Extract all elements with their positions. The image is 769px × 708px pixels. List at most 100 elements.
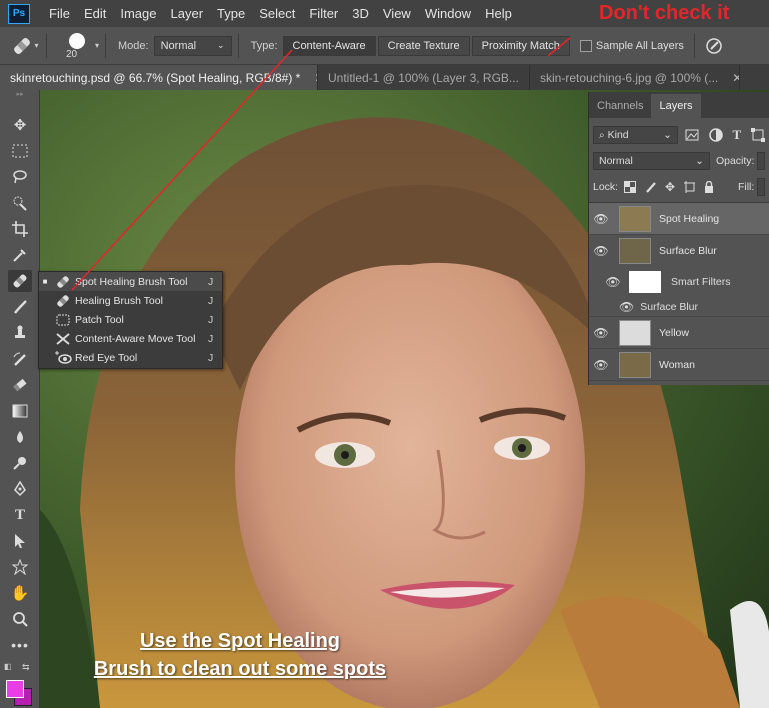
menu-help[interactable]: Help [478, 0, 519, 27]
opacity-input[interactable] [757, 152, 765, 170]
layer-thumbnail [619, 205, 651, 232]
smart-filter-item[interactable]: 👁 Surface Blur [589, 297, 769, 317]
path-selection-tool-icon[interactable] [8, 530, 32, 552]
eye-icon[interactable]: 👁 [619, 300, 634, 314]
blend-mode-select[interactable]: Normal ⌄ [593, 152, 710, 170]
tools-panel: ▸▸ ✥ T ✋ ••• ◧ ⇆ [0, 90, 40, 708]
bandage-icon [14, 37, 31, 54]
flyout-healing-brush[interactable]: Healing Brush Tool J [39, 291, 222, 310]
type-filter-icon[interactable]: T [733, 127, 742, 143]
image-filter-icon[interactable] [685, 129, 699, 141]
brush-tool-icon[interactable] [8, 296, 32, 318]
menu-image[interactable]: Image [113, 0, 163, 27]
tab-document-2[interactable]: Untitled-1 @ 100% (Layer 3, RGB... ✕ [318, 65, 530, 90]
shape-filter-icon[interactable] [751, 128, 765, 142]
fill-input[interactable] [757, 178, 765, 196]
eye-icon[interactable]: 👁 [589, 212, 613, 226]
dodge-tool-icon[interactable] [8, 452, 32, 474]
brush-size: 20 [66, 48, 78, 60]
kind-label: Kind [607, 129, 629, 141]
clone-stamp-tool-icon[interactable] [8, 322, 32, 344]
zoom-tool-icon[interactable] [8, 608, 32, 630]
chevron-down-icon: ⌄ [695, 155, 704, 167]
menu-select[interactable]: Select [252, 0, 302, 27]
caption-line-2: Brush to clean out some spots [93, 658, 387, 680]
eraser-tool-icon[interactable] [8, 374, 32, 396]
adjustment-filter-icon[interactable] [708, 128, 723, 142]
smart-filters-row[interactable]: 👁 Smart Filters [589, 267, 769, 297]
divider [693, 33, 695, 58]
type-create-texture-button[interactable]: Create Texture [377, 35, 470, 56]
flyout-patch[interactable]: Patch Tool J [39, 310, 222, 329]
menu-view[interactable]: View [376, 0, 418, 27]
lasso-tool-icon[interactable] [8, 166, 32, 188]
tab-label: skin-retouching-6.jpg @ 100% (... [540, 70, 719, 85]
pressure-icon[interactable] [705, 37, 723, 55]
hand-tool-icon[interactable]: ✋ [8, 582, 32, 604]
kind-filter-select[interactable]: ⌕ Kind ⌄ [593, 126, 678, 144]
type-tool-icon[interactable]: T [8, 504, 32, 526]
gradient-tool-icon[interactable] [8, 400, 32, 422]
spot-healing-icon [51, 274, 75, 290]
eye-icon[interactable]: 👁 [589, 358, 613, 372]
flyout-red-eye[interactable]: Red Eye Tool J [39, 348, 222, 367]
layers-panel: Channels Layers ⌕ Kind ⌄ T Normal ⌄ Opac… [588, 92, 769, 385]
crop-tool-icon[interactable] [8, 218, 32, 240]
tool-preset-picker[interactable]: ▾ [10, 33, 40, 59]
tab-document-1[interactable]: skinretouching.psd @ 66.7% (Spot Healing… [0, 65, 318, 90]
lock-pixels-icon[interactable] [645, 181, 656, 193]
sample-all-layers-checkbox[interactable] [579, 39, 592, 52]
menu-layer[interactable]: Layer [164, 0, 211, 27]
mode-select[interactable]: Normal ⌄ [153, 35, 232, 56]
marquee-tool-icon[interactable] [8, 140, 32, 162]
shortcut-label: J [208, 275, 214, 288]
layer-name: Spot Healing [659, 212, 720, 225]
blur-tool-icon[interactable] [8, 426, 32, 448]
swap-colors-icon[interactable]: ⇆ [22, 662, 30, 673]
menu-file[interactable]: File [42, 0, 77, 27]
lock-all-icon[interactable] [704, 181, 714, 193]
tab-channels[interactable]: Channels [589, 94, 651, 118]
close-icon[interactable]: ✕ [732, 71, 739, 85]
menu-3d[interactable]: 3D [345, 0, 376, 27]
move-tool-icon[interactable]: ✥ [8, 114, 32, 136]
foreground-color-swatch[interactable] [6, 680, 24, 698]
tab-layers[interactable]: Layers [651, 94, 701, 118]
layer-row[interactable]: 👁 Spot Healing [589, 203, 769, 235]
menu-window[interactable]: Window [418, 0, 478, 27]
panel-grip[interactable]: ▸▸ [8, 90, 32, 98]
type-content-aware-button[interactable]: Content-Aware [282, 35, 376, 56]
menu-type[interactable]: Type [210, 0, 252, 27]
eyedropper-tool-icon[interactable] [8, 244, 32, 266]
history-brush-tool-icon[interactable] [8, 348, 32, 370]
pen-tool-icon[interactable] [8, 478, 32, 500]
menu-filter[interactable]: Filter [302, 0, 345, 27]
flyout-content-aware-move[interactable]: Content-Aware Move Tool J [39, 329, 222, 348]
flyout-spot-healing-brush[interactable]: ■ Spot Healing Brush Tool J [39, 272, 222, 291]
spot-healing-tool-icon[interactable] [8, 270, 32, 292]
menu-edit[interactable]: Edit [77, 0, 113, 27]
tab-document-3[interactable]: skin-retouching-6.jpg @ 100% (... ✕ [530, 65, 740, 90]
tab-label: Untitled-1 @ 100% (Layer 3, RGB... [328, 70, 519, 85]
layer-row[interactable]: 👁 Surface Blur [589, 235, 769, 267]
default-colors-icon[interactable]: ◧ [4, 662, 12, 671]
lock-position-icon[interactable]: ✥ [665, 180, 675, 194]
type-proximity-match-button[interactable]: Proximity Match [471, 35, 570, 56]
eye-icon[interactable]: 👁 [589, 326, 613, 340]
smart-filters-label: Smart Filters [671, 276, 731, 288]
more-tools-icon[interactable]: ••• [8, 634, 32, 656]
brush-picker[interactable]: 20 [61, 29, 95, 63]
quick-selection-tool-icon[interactable] [8, 192, 32, 214]
lock-artboard-icon[interactable] [684, 181, 696, 193]
eye-icon[interactable]: 👁 [601, 275, 625, 289]
panel-tabs: Channels Layers [589, 92, 769, 118]
layer-name: Woman [659, 358, 695, 371]
lock-transparent-icon[interactable] [624, 181, 636, 193]
shortcut-label: J [208, 332, 214, 345]
mode-label: Mode: [118, 39, 149, 52]
layers-list: 👁 Spot Healing 👁 Surface Blur 👁 Smart Fi… [589, 202, 769, 381]
eye-icon[interactable]: 👁 [589, 244, 613, 258]
layer-row[interactable]: 👁 Woman [589, 349, 769, 381]
layer-row[interactable]: 👁 Yellow [589, 317, 769, 349]
custom-shape-tool-icon[interactable] [8, 556, 32, 578]
